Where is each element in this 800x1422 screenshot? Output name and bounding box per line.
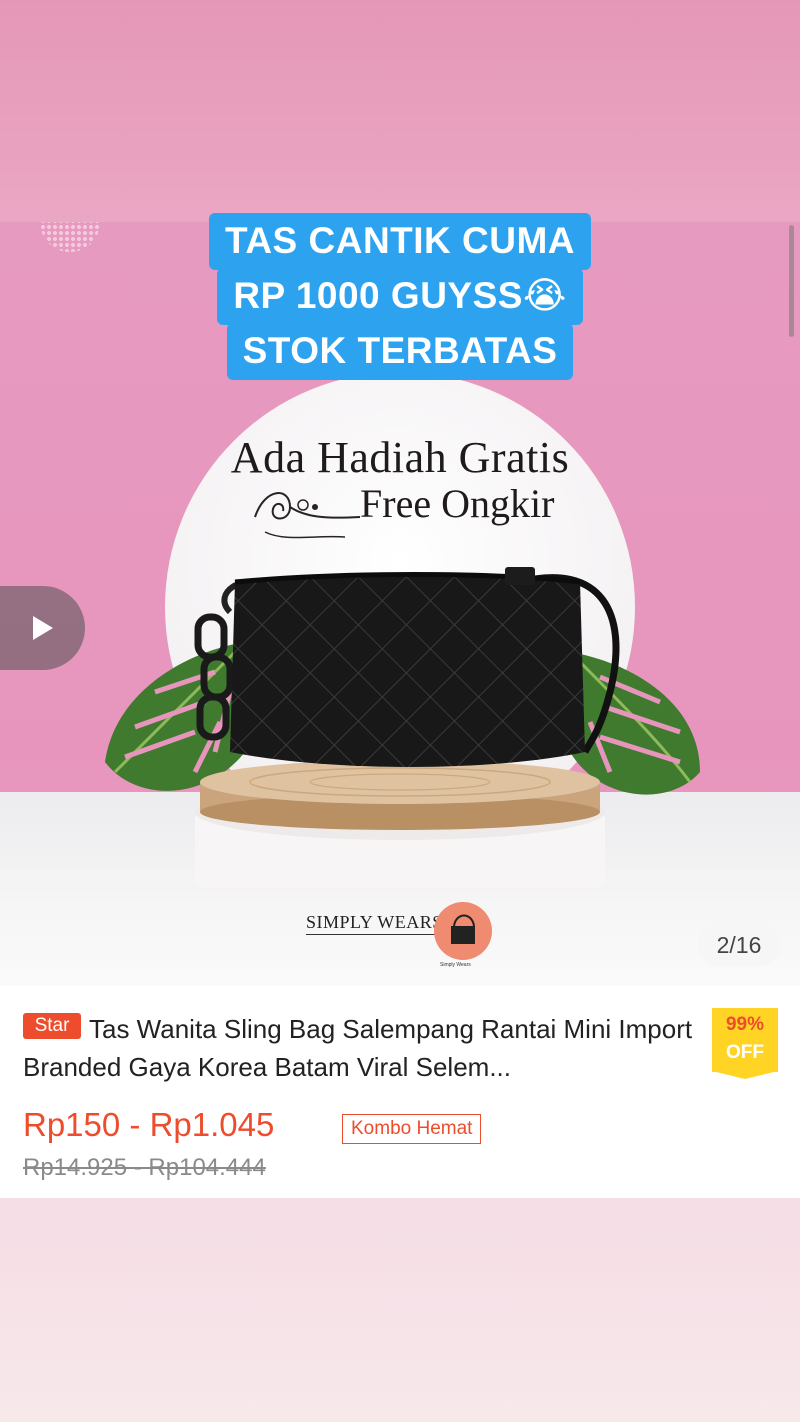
black-quilted-bag xyxy=(194,567,620,767)
ornament-icon xyxy=(254,492,361,539)
scrollbar[interactable] xyxy=(789,225,794,337)
top-background-band xyxy=(0,0,800,222)
promo-text-gift: Ada Hadiah Gratis xyxy=(230,433,570,482)
product-title: Tas Wanita Sling Bag Salempang Rantai Mi… xyxy=(23,1014,693,1082)
caption-line-1: TAS CANTIK CUMA xyxy=(208,213,592,270)
price-range: Rp150 - Rp1.045 xyxy=(23,1106,275,1143)
video-caption-overlay: TAS CANTIK CUMA RP 1000 GUYSS😭 STOK TERB… xyxy=(0,213,800,380)
play-icon xyxy=(33,616,53,640)
play-video-button[interactable] xyxy=(0,586,85,670)
brand-subtitle: Simply Wears xyxy=(440,962,471,968)
brand-name: SIMPLY WEARS xyxy=(306,912,443,935)
image-page-counter: 2/16 xyxy=(698,924,780,966)
promo-text-free-shipping: Free Ongkir xyxy=(360,481,555,526)
discount-percent: 99% xyxy=(725,1014,765,1035)
caption-line-3: STOK TERBATAS xyxy=(226,323,574,380)
caption-line-2: RP 1000 GUYSS😭 xyxy=(217,268,583,325)
discount-off-label: OFF xyxy=(726,1042,764,1063)
brand-logo-icon xyxy=(434,902,492,960)
combo-deal-tag[interactable]: Kombo Hemat xyxy=(342,1114,482,1144)
discount-badge-notch xyxy=(712,1071,778,1079)
discount-badge: 99% OFF xyxy=(712,1008,778,1079)
original-price-range: Rp14.925 - Rp104.444 xyxy=(23,1154,266,1181)
brand-logo-area: SIMPLY WEARS Simply Wears xyxy=(300,902,510,972)
bottom-background-band xyxy=(0,1198,800,1422)
product-info-card[interactable]: Star Tas Wanita Sling Bag Salempang Rant… xyxy=(0,986,800,1198)
